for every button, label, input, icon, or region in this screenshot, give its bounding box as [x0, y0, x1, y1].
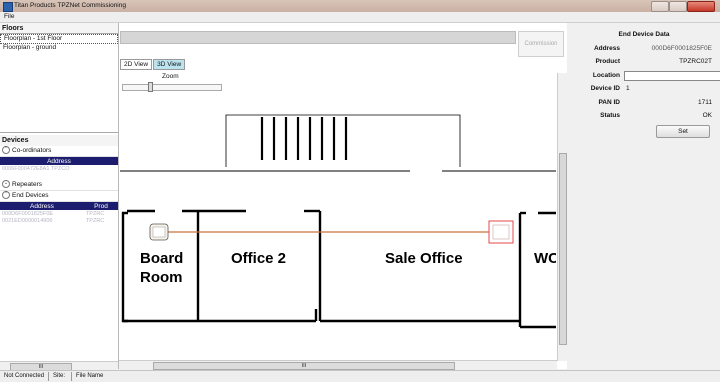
menu-bar: File — [0, 12, 720, 23]
room-label: Sale Office — [385, 250, 463, 267]
horizontal-scrollbar[interactable]: III — [0, 361, 118, 371]
menu-file[interactable]: File — [4, 13, 14, 20]
stairs — [260, 117, 348, 160]
pan-id-value: 1711 — [698, 99, 712, 106]
file-name-label: File Name — [76, 373, 104, 379]
site-label: Site: — [53, 373, 66, 379]
coordinators-group[interactable]: ⌃ Co-ordinators — [0, 146, 118, 157]
status-separator — [71, 372, 72, 381]
table-cell: 000D6F0001825F0E — [2, 210, 54, 217]
end-device-panel: End Device Data Address 000D6F0001825F0E… — [568, 23, 720, 369]
expand-icon[interactable]: ⌄ — [2, 180, 10, 189]
collapse-icon[interactable]: ⌃ — [2, 191, 10, 200]
device-id-value: 1 — [626, 85, 630, 92]
field-label: Product — [595, 58, 620, 65]
column-header[interactable]: Address — [0, 157, 118, 165]
zoom-control: Zoom — [120, 69, 230, 95]
floorplan-canvas[interactable]: Board Room Office 2 Sale Office WC — [120, 95, 556, 357]
end-device-icon[interactable] — [488, 220, 514, 244]
status-separator — [48, 372, 49, 381]
table-cell: 0006F000472E8A1 TPZCO — [2, 165, 70, 172]
floorplan-drawing: Board Room Office 2 Sale Office WC — [120, 114, 556, 329]
room-label: Office 2 — [231, 250, 286, 267]
coordinator-device-icon[interactable] — [149, 223, 169, 241]
devices-header: Devices — [0, 135, 118, 146]
end-devices-label: End Devices — [12, 192, 49, 199]
zoom-slider[interactable] — [122, 84, 222, 91]
window-title: Titan Products TPZNet Commissioning — [14, 2, 126, 9]
table-cell: 0021ED0000014906 — [2, 217, 53, 224]
table-cell: TPZRC — [85, 217, 105, 224]
end-devices-group[interactable]: ⌃ End Devices — [0, 191, 118, 202]
zoom-label: Zoom — [162, 73, 179, 80]
vertical-scrollbar[interactable] — [557, 73, 567, 361]
commission-button[interactable]: Commission — [518, 31, 564, 57]
zoom-slider-handle[interactable] — [148, 82, 153, 92]
repeaters-group[interactable]: ⌄ Repeaters — [0, 180, 118, 191]
status-row: Status OK — [568, 112, 720, 122]
room-label: Room — [140, 269, 183, 286]
field-label: Status — [600, 112, 620, 119]
field-label: Location — [592, 72, 620, 79]
location-input[interactable] — [624, 71, 720, 81]
table-row[interactable]: 0021ED0000014906 TPZRC — [0, 217, 118, 224]
maximize-button[interactable] — [669, 1, 687, 12]
address-value: 000D6F0001825F0E — [651, 45, 712, 52]
status-bar: Not Connected Site: File Name — [0, 370, 720, 382]
devices-section: Devices ⌃ Co-ordinators Address 0006F0004… — [0, 135, 118, 224]
end-devices-table: Address Prod 000D6F0001825F0E TPZRC 0021… — [0, 202, 118, 224]
table-cell: TPZRC — [85, 210, 105, 217]
app-icon — [3, 2, 13, 12]
device-id-row: Device ID 1 — [568, 85, 720, 95]
center-panel: Commission 2D View 3D View Zoom Board Ro… — [119, 23, 567, 370]
room-label: Board — [140, 250, 183, 267]
coordinators-table: Address 0006F000472E8A1 TPZCO — [0, 157, 118, 172]
floor-item[interactable]: Floorplan - ground — [0, 44, 118, 52]
minimize-button[interactable] — [651, 1, 669, 12]
field-label: PAN ID — [598, 99, 620, 106]
address-row: Address 000D6F0001825F0E — [568, 45, 720, 55]
status-value: OK — [702, 112, 712, 119]
coordinators-label: Co-ordinators — [12, 147, 52, 154]
floor-list[interactable]: Floorplan - 1st Floor Floorplan - ground — [0, 33, 118, 133]
pan-id-row: PAN ID 1711 — [568, 99, 720, 109]
table-row[interactable]: 0006F000472E8A1 TPZCO — [0, 165, 118, 172]
table-row[interactable]: 000D6F0001825F0E TPZRC — [0, 210, 118, 217]
collapse-icon[interactable]: ⌃ — [2, 146, 10, 155]
horizontal-scrollbar[interactable]: III — [119, 360, 557, 370]
product-row: Product TPZRC02T — [568, 58, 720, 68]
field-label: Device ID — [590, 85, 620, 92]
panel-title: End Device Data — [618, 31, 670, 38]
field-label: Address — [593, 45, 620, 52]
close-button[interactable] — [687, 1, 715, 12]
progress-bar — [120, 31, 516, 44]
left-panel: Floors Floorplan - 1st Floor Floorplan -… — [0, 23, 119, 371]
floor-item[interactable]: Floorplan - 1st Floor — [0, 34, 118, 44]
set-button[interactable]: Set — [656, 125, 710, 138]
scroll-thumb[interactable]: III — [153, 362, 455, 370]
connection-status: Not Connected — [4, 373, 45, 379]
scroll-thumb[interactable] — [559, 153, 567, 345]
location-row: Location — [568, 71, 720, 82]
title-bar: Titan Products TPZNet Commissioning — [0, 0, 720, 12]
column-header[interactable]: Prod — [83, 202, 118, 210]
product-value: TPZRC02T — [679, 58, 712, 65]
room-label: WC — [534, 250, 556, 267]
column-header[interactable]: Address — [0, 202, 84, 210]
repeaters-label: Repeaters — [12, 181, 42, 188]
